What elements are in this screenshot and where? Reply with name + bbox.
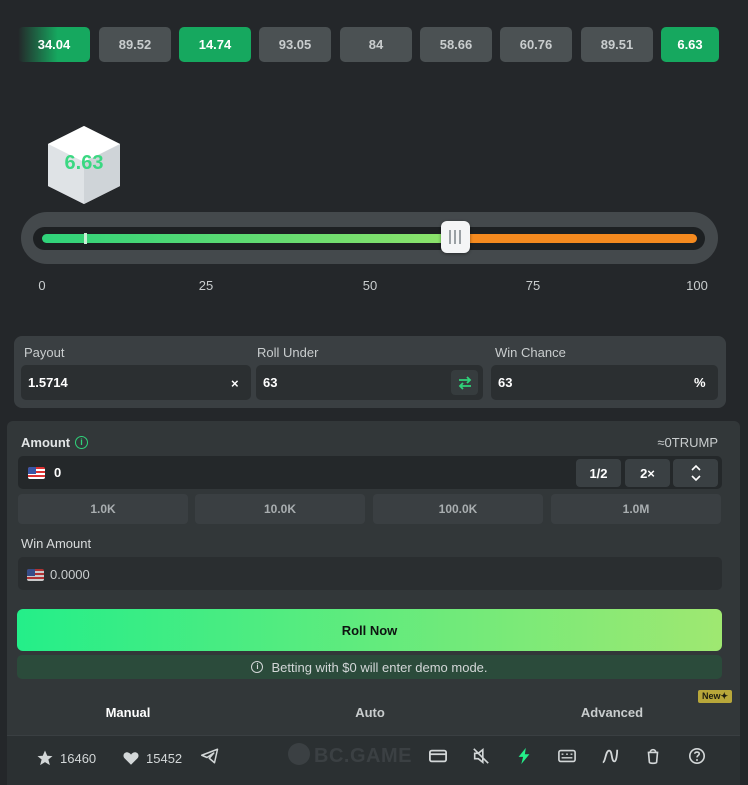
fairness-icon[interactable]	[642, 745, 664, 767]
roll-under-value: 63	[263, 375, 278, 390]
history-strip: 34.04 89.52 14.74 93.05 84 58.66 60.76 8…	[0, 0, 748, 90]
quick-amount-button[interactable]: 10.0K	[195, 494, 365, 524]
info-icon: i	[251, 661, 264, 673]
currency-estimate: ≈0TRUMP	[657, 435, 718, 450]
roll-under-input[interactable]: 63	[256, 365, 483, 400]
likes-count: 15452	[146, 750, 183, 766]
amount-stepper[interactable]	[673, 459, 718, 487]
history-chip[interactable]: 34.04	[18, 27, 90, 62]
info-icon[interactable]: i	[75, 436, 88, 449]
history-chip[interactable]: 89.51	[581, 27, 653, 62]
tab-advanced[interactable]: Advanced	[537, 705, 687, 720]
history-chip[interactable]: 58.66	[420, 27, 492, 62]
double-button[interactable]: 2×	[625, 459, 670, 487]
quick-amount-button[interactable]: 1.0K	[18, 494, 188, 524]
heart-icon	[123, 752, 139, 765]
roll-now-button[interactable]: Roll Now	[17, 609, 722, 651]
chevron-up-down-icon	[690, 464, 701, 482]
history-chip[interactable]: 93.05	[259, 27, 331, 62]
history-chip[interactable]: 6.63	[661, 27, 719, 62]
payout-value: 1.5714	[28, 375, 68, 390]
win-amount-field	[18, 557, 722, 590]
usd-flag-icon	[27, 569, 44, 581]
quick-amount-button[interactable]: 100.0K	[373, 494, 543, 524]
quick-amount-button[interactable]: 1.0M	[551, 494, 721, 524]
percent-suffix: %	[694, 375, 706, 390]
usd-flag-icon[interactable]	[28, 467, 45, 479]
history-chip[interactable]: 84	[340, 27, 412, 62]
demo-mode-notice: i Betting with $0 will enter demo mode.	[17, 655, 722, 679]
slider-tick: 0	[38, 278, 46, 293]
slider-tick: 100	[686, 278, 708, 293]
favorites-stat[interactable]: 16460	[36, 749, 96, 767]
slider-tick: 25	[198, 278, 214, 293]
brand-logo: BC.GAME	[288, 743, 412, 768]
lightning-icon[interactable]	[513, 745, 535, 767]
dice-result: 6.63	[64, 152, 104, 174]
swap-over-under-button[interactable]	[451, 370, 478, 395]
demo-notice-text: Betting with $0 will enter demo mode.	[271, 659, 488, 675]
slider-tick: 50	[362, 278, 378, 293]
win-amount-label: Win Amount	[21, 536, 92, 551]
last-result-marker	[84, 233, 88, 244]
new-badge: New✦	[698, 690, 732, 703]
brand-text: BC.GAME	[314, 745, 412, 767]
slider-tick: 75	[525, 278, 541, 293]
card-icon[interactable]	[427, 745, 449, 767]
amount-value[interactable]: 0	[54, 465, 61, 480]
telegram-icon[interactable]	[199, 745, 221, 767]
multiplier-suffix: ×	[231, 376, 239, 391]
win-chance-label: Win Chance	[495, 345, 566, 360]
tab-manual[interactable]: Manual	[53, 705, 203, 720]
chart-icon[interactable]	[599, 745, 621, 767]
payout-input[interactable]: 1.5714	[21, 365, 251, 400]
win-chance-input[interactable]: 63	[491, 365, 718, 400]
slider-handle[interactable]	[440, 221, 470, 253]
payout-label: Payout	[24, 345, 65, 360]
history-chip[interactable]: 60.76	[500, 27, 572, 62]
half-button[interactable]: 1/2	[576, 459, 621, 487]
slider-win-range	[42, 234, 455, 243]
dice-cube: 6.63	[44, 124, 124, 206]
win-chance-value: 63	[498, 375, 513, 390]
roll-under-label: Roll Under	[257, 345, 319, 360]
win-amount-value: 0.0000	[50, 567, 90, 582]
swap-icon	[458, 375, 471, 390]
star-icon	[37, 750, 53, 766]
help-icon[interactable]	[686, 745, 708, 767]
tab-auto[interactable]: Auto	[295, 705, 445, 720]
slider-lose-range	[454, 234, 697, 243]
amount-label: Amount	[21, 435, 71, 450]
sound-off-icon[interactable]	[470, 745, 492, 767]
likes-stat[interactable]: 15452	[122, 749, 182, 767]
history-chip[interactable]: 89.52	[99, 27, 171, 62]
history-chip[interactable]: 14.74	[179, 27, 251, 62]
keyboard-icon[interactable]	[556, 745, 578, 767]
favorites-count: 16460	[60, 750, 97, 766]
